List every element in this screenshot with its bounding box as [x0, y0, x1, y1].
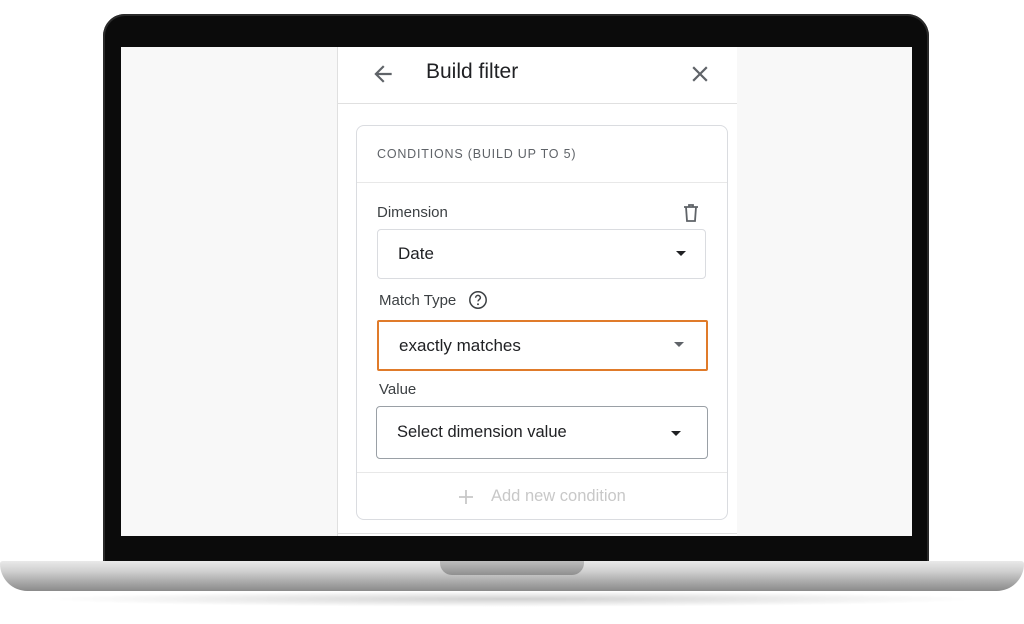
add-condition-label: Add new condition	[491, 487, 626, 505]
chevron-down-icon	[676, 251, 686, 256]
trash-icon[interactable]	[681, 202, 701, 224]
divider	[338, 533, 737, 534]
chevron-down-icon	[674, 342, 684, 347]
card-footer: Add new condition	[357, 472, 727, 520]
chevron-down-icon	[671, 431, 681, 436]
help-circle-icon[interactable]	[468, 290, 488, 310]
value-select[interactable]: Select dimension value	[376, 406, 708, 459]
plus-icon	[459, 490, 473, 504]
value-label: Value	[379, 381, 417, 398]
dimension-label: Dimension	[377, 204, 448, 221]
match-type-select[interactable]: exactly matches	[377, 320, 708, 371]
conditions-header-text: CONDITIONS (BUILD UP TO 5)	[377, 147, 577, 161]
arrow-back-icon[interactable]	[370, 61, 396, 87]
dimension-select[interactable]: Date	[377, 229, 706, 279]
laptop-notch	[440, 561, 584, 575]
build-filter-panel: Build filter CONDITIONS (BUILD UP TO 5) …	[337, 47, 737, 536]
value-placeholder: Select dimension value	[397, 423, 567, 441]
close-icon[interactable]	[687, 61, 713, 87]
match-type-label: Match Type	[379, 292, 457, 309]
conditions-card: CONDITIONS (BUILD UP TO 5) Dimension Dat…	[356, 125, 728, 520]
panel-title: Build filter	[426, 60, 519, 83]
conditions-header: CONDITIONS (BUILD UP TO 5)	[357, 126, 727, 183]
dimension-selected-value: Date	[398, 244, 434, 263]
match-type-selected-value: exactly matches	[399, 336, 521, 355]
panel-header: Build filter	[338, 47, 737, 104]
screen: Build filter CONDITIONS (BUILD UP TO 5) …	[121, 47, 912, 536]
laptop-shadow	[40, 591, 984, 607]
